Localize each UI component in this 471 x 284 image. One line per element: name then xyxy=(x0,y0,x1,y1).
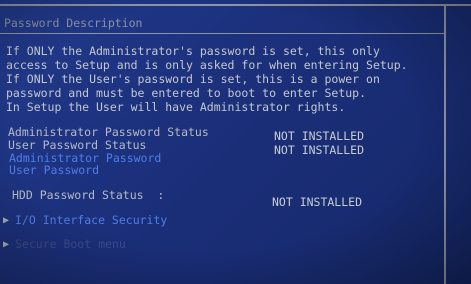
section-title: Password Description xyxy=(4,16,143,30)
title-divider xyxy=(0,33,444,34)
submenu-arrow-icon: ▶ xyxy=(3,239,10,250)
description-line: If ONLY the User's password is set, this… xyxy=(6,72,380,86)
io-interface-security-label: I/O Interface Security xyxy=(15,213,168,227)
admin-password-status-value: NOT INSTALLED xyxy=(274,129,365,143)
hdd-password-status-label: HDD Password Status : xyxy=(12,188,165,202)
secure-boot-menu-label: Secure Boot menu xyxy=(15,237,126,251)
user-password-status-value: NOT INSTALLED xyxy=(274,143,365,157)
user-password-item[interactable]: User Password xyxy=(9,164,99,177)
description-line: In Setup the User will have Administrato… xyxy=(6,100,346,114)
description-line: If ONLY the Administrator's password is … xyxy=(6,44,380,58)
hdd-password-status-value: NOT INSTALLED xyxy=(272,195,363,209)
right-border xyxy=(444,4,446,284)
top-border xyxy=(0,4,471,6)
description-line: access to Setup and is only asked for wh… xyxy=(6,58,408,72)
description-line: password and must be entered to boot to … xyxy=(6,86,367,100)
bios-security-screen: Password Description If ONLY the Adminis… xyxy=(0,0,471,284)
submenu-arrow-icon: ▶ xyxy=(3,215,10,226)
